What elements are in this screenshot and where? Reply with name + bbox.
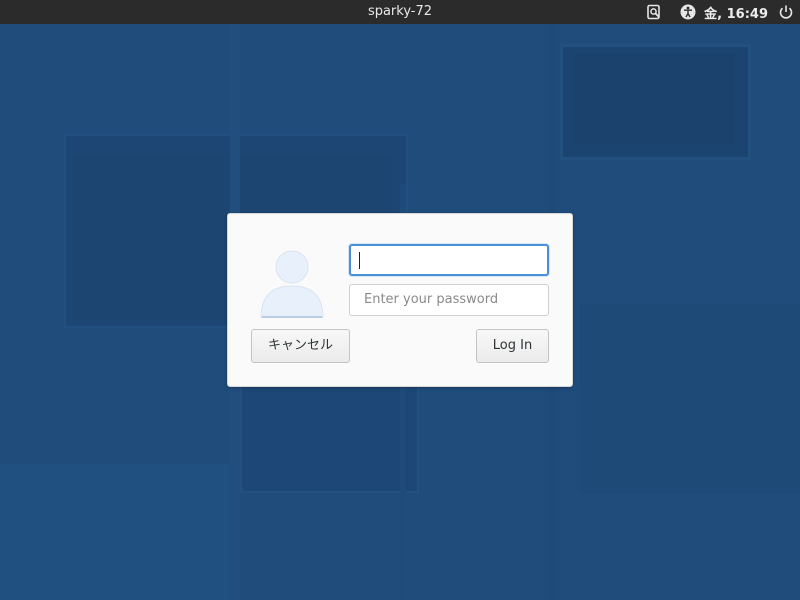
background-pattern <box>0 464 230 600</box>
accessibility-icon[interactable] <box>680 4 696 20</box>
background-pattern <box>580 304 800 494</box>
password-input[interactable]: Enter your password <box>349 284 549 316</box>
login-dialog: Enter your password キャンセル Log In <box>227 213 573 387</box>
top-bar: sparky-72 金, 16:49 <box>0 0 800 24</box>
password-placeholder: Enter your password <box>364 292 499 307</box>
text-cursor <box>359 252 360 269</box>
background-pattern <box>575 54 735 144</box>
system-tray: 金, 16:49 <box>646 0 794 24</box>
log-in-button[interactable]: Log In <box>476 329 549 363</box>
user-avatar-icon <box>260 248 324 319</box>
cancel-button[interactable]: キャンセル <box>251 329 350 363</box>
username-input[interactable] <box>349 244 549 276</box>
background-pattern <box>240 384 419 493</box>
clock[interactable]: 金, 16:49 <box>704 3 768 22</box>
power-icon[interactable] <box>778 4 794 20</box>
screen-reader-icon[interactable] <box>646 4 662 20</box>
